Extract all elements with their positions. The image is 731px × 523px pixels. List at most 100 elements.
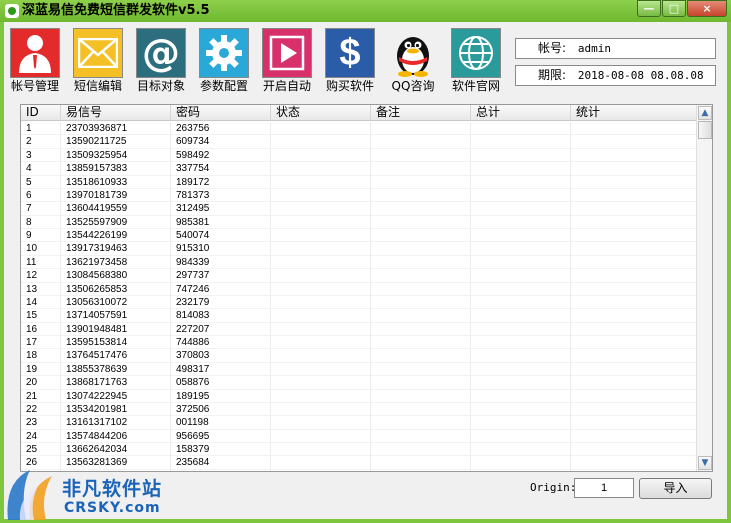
table-cell: 814083	[171, 309, 271, 323]
table-cell: 372506	[171, 402, 271, 417]
buy-software-button[interactable]: $ 购买软件	[319, 26, 381, 96]
table-row[interactable]: 13 13506265853 747246	[21, 282, 697, 296]
scroll-up-arrow-icon[interactable]: ▲	[698, 106, 712, 120]
table-row[interactable]: 17 13595153814 744886	[21, 336, 697, 350]
table-cell: 263756	[171, 122, 271, 136]
table-cell: 1	[21, 122, 61, 136]
table-cell	[271, 376, 371, 390]
play-icon	[262, 28, 312, 78]
qq-penguin-icon	[388, 28, 438, 78]
table-row[interactable]: 24 13574844206 956695	[21, 429, 697, 443]
table-cell: 13	[21, 282, 61, 296]
table-cell	[571, 402, 697, 417]
table-row[interactable]: 23 13161317102 001198	[21, 416, 697, 430]
table-cell: 235684	[171, 456, 271, 470]
column-header[interactable]: 密码	[171, 105, 271, 121]
table-cell	[371, 295, 471, 310]
table-cell: 189172	[171, 175, 271, 189]
table-row[interactable]: 7 13604419559 312495	[21, 202, 697, 216]
official-site-button[interactable]: 软件官网	[445, 26, 507, 96]
scroll-thumb[interactable]	[698, 121, 712, 139]
toolbar-label: 短信编辑	[73, 79, 122, 93]
table-cell	[571, 349, 697, 363]
column-header[interactable]: 状态	[271, 105, 371, 121]
table-row[interactable]: 10 13917319463 915310	[21, 242, 697, 256]
table-row[interactable]: 9 13544226199 540074	[21, 229, 697, 243]
param-config-button[interactable]: 参数配置	[193, 26, 255, 96]
table-cell: 21	[21, 389, 61, 403]
table-row[interactable]: 14 13056310072 232179	[21, 295, 697, 310]
table-cell	[371, 242, 471, 256]
table-row[interactable]: 1 23703936871 263756	[21, 122, 697, 136]
table-row[interactable]: 15 13714057591 814083	[21, 309, 697, 323]
table-cell	[271, 229, 371, 243]
table-row[interactable]: 2 13590211725 609734	[21, 135, 697, 149]
column-header[interactable]: 备注	[371, 105, 471, 121]
table-row[interactable]: 5 13518610933 189172	[21, 175, 697, 189]
toolbar-label: 帐号管理	[10, 79, 59, 93]
account-manage-button[interactable]: 帐号管理	[4, 26, 66, 96]
table-cell	[471, 122, 571, 136]
table-row[interactable]: 20 13868171763 058876	[21, 376, 697, 390]
table-row[interactable]: 21 13074222945 189195	[21, 389, 697, 403]
table-cell	[271, 429, 371, 443]
table-row[interactable]: 8 13525597909 985381	[21, 215, 697, 229]
table-cell: 2	[21, 135, 61, 149]
table-row[interactable]: 16 13901948481 227207	[21, 322, 697, 336]
table-cell	[471, 269, 571, 283]
table-cell	[371, 376, 471, 390]
column-header[interactable]: 易信号	[61, 105, 171, 121]
table-row[interactable]: 18 13764517476 370803	[21, 349, 697, 363]
table-row[interactable]: 19 13855378639 498317	[21, 362, 697, 377]
table-cell	[371, 469, 471, 471]
table-cell	[471, 362, 571, 377]
table-cell: 3	[21, 148, 61, 163]
target-object-button[interactable]: @ 目标对象	[130, 26, 192, 96]
table-cell: 19	[21, 362, 61, 377]
vertical-scrollbar[interactable]: ▲ ▼	[696, 105, 712, 471]
table-cell	[471, 202, 571, 216]
maximize-button[interactable]: □	[662, 0, 686, 17]
sms-edit-button[interactable]: 短信编辑	[67, 26, 129, 96]
table-cell: 189195	[171, 389, 271, 403]
origin-input[interactable]: 1	[574, 478, 634, 498]
table-cell	[471, 188, 571, 203]
table-cell	[271, 336, 371, 350]
table-cell	[571, 322, 697, 336]
column-header[interactable]: 统计	[571, 105, 697, 121]
import-button[interactable]: 导入	[639, 478, 712, 499]
table-cell: 10	[21, 242, 61, 256]
title-bar[interactable]: 深蓝易信免费短信群发软件v5.5 — □ ×	[0, 0, 731, 22]
start-auto-button[interactable]: 开启自动	[256, 26, 318, 96]
minimize-button[interactable]: —	[637, 0, 661, 17]
table-cell: 23	[21, 416, 61, 430]
column-header[interactable]: 总计	[471, 105, 571, 121]
table-cell: 781373	[171, 188, 271, 203]
table-cell	[371, 188, 471, 203]
table-cell: 16	[21, 322, 61, 336]
toolbar-label: 购买软件	[325, 79, 374, 93]
table-row[interactable]: 25 13662642034 158379	[21, 443, 697, 457]
table-row[interactable]: 6 13970181739 781373	[21, 188, 697, 203]
table-cell: 158379	[171, 443, 271, 457]
table-cell	[371, 456, 471, 470]
account-table[interactable]: ID 易信号 密码 状态 备注 总计 统计 1 23703936871 263756 2 13590…	[20, 104, 713, 472]
scroll-down-arrow-icon[interactable]: ▼	[698, 456, 712, 470]
table-row[interactable]: 12 13084568380 297737	[21, 269, 697, 283]
table-cell	[371, 429, 471, 443]
table-cell: 13855378639	[61, 362, 171, 377]
table-cell	[571, 162, 697, 176]
table-row[interactable]: 4 13859157383 337754	[21, 162, 697, 176]
table-row[interactable]: 11 13621973458 984339	[21, 255, 697, 270]
close-button[interactable]: ×	[687, 0, 727, 17]
table-cell: 13970181739	[61, 188, 171, 203]
table-cell: 13662642034	[61, 443, 171, 457]
qq-consult-button[interactable]: QQ咨询	[382, 26, 444, 96]
table-row[interactable]: 3 13509325954 598492	[21, 148, 697, 163]
table-cell	[271, 135, 371, 149]
table-cell: 4	[21, 162, 61, 176]
column-header[interactable]: ID	[21, 105, 61, 121]
table-row[interactable]: 22 13534201981 372506	[21, 402, 697, 417]
envelope-icon	[73, 28, 123, 78]
table-cell: 498317	[171, 362, 271, 377]
